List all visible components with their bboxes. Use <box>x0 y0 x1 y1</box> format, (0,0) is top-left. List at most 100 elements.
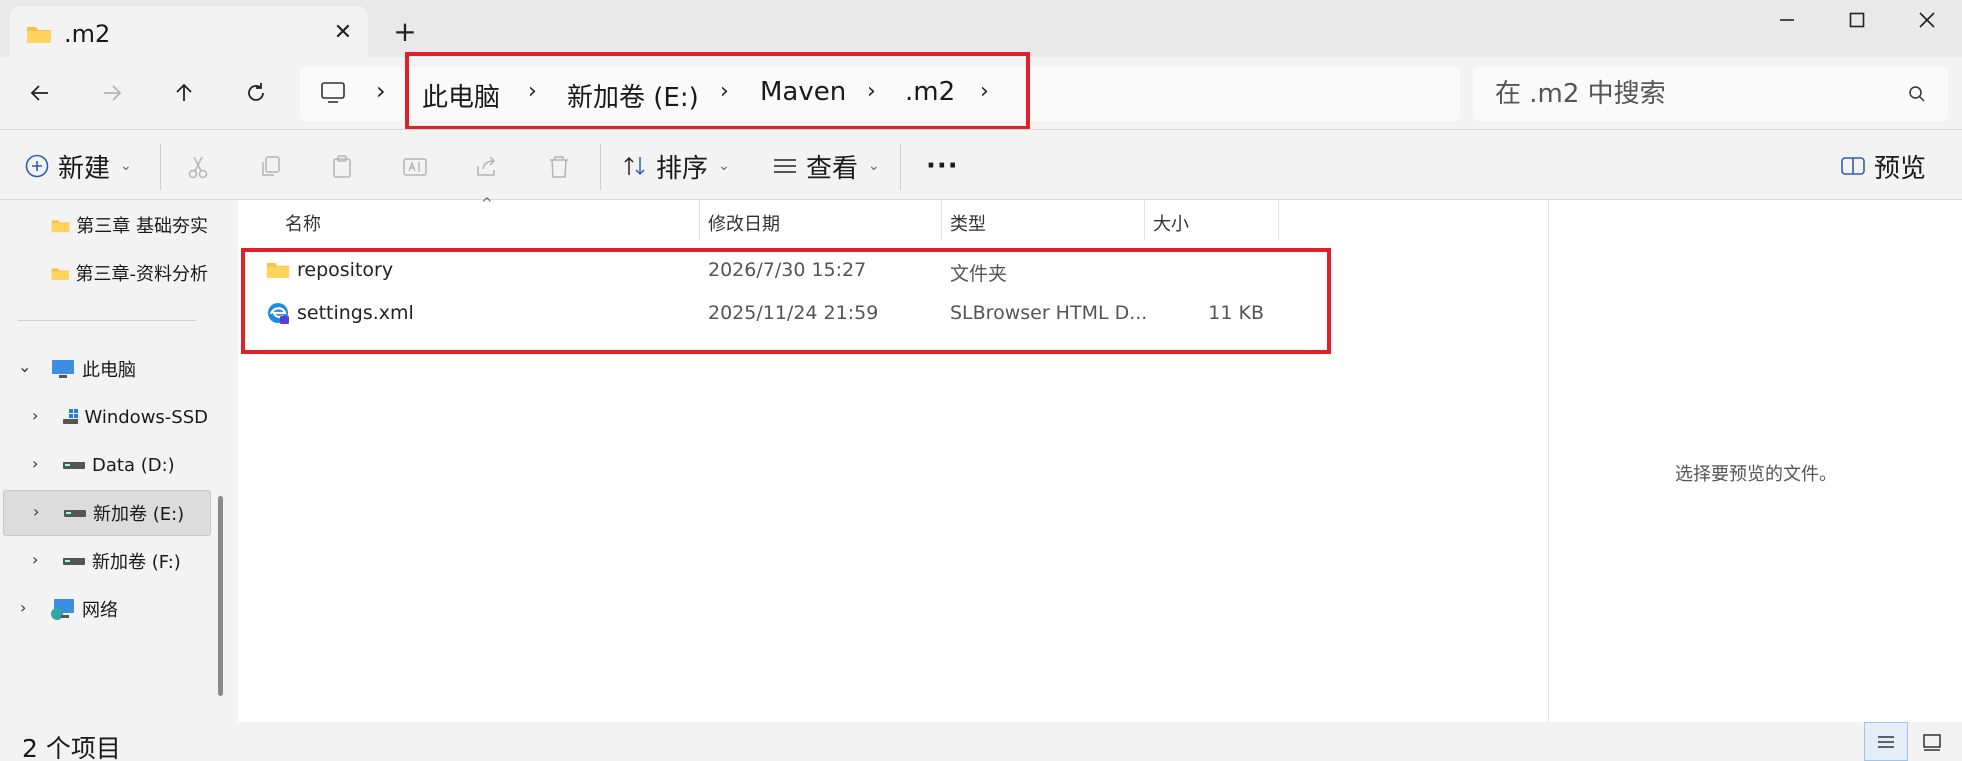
column-header-name[interactable]: 名称 <box>285 210 321 236</box>
minimize-icon <box>1780 19 1794 21</box>
preview-pane-icon <box>1841 157 1865 175</box>
sort-label: 排序 <box>656 153 709 184</box>
chevron-right-icon[interactable]: › <box>32 454 38 473</box>
drive-icon <box>63 558 85 565</box>
sidebar-item-label: Windows-SSD <box>84 406 208 428</box>
folder-icon <box>26 24 52 48</box>
share-button[interactable] <box>470 150 504 184</box>
chevron-down-icon[interactable]: ⌄ <box>18 357 31 376</box>
close-window-button[interactable] <box>1892 0 1962 40</box>
trash-icon <box>550 156 568 178</box>
folder-icon <box>51 219 70 232</box>
refresh-icon <box>248 83 264 101</box>
view-list-icon <box>774 159 796 173</box>
delete-button[interactable] <box>542 150 576 184</box>
chevron-right-icon[interactable]: › <box>32 550 38 569</box>
navigation-pane: 第三章 基础夯实 第三章-资料分析 ⌄ 此电脑 › Windows-SSD › … <box>0 200 232 722</box>
tab-close-button[interactable]: ✕ <box>328 18 358 48</box>
arrow-up-icon <box>176 83 192 101</box>
title-bar: .m2 ✕ + <box>0 0 1962 57</box>
computer-icon <box>52 360 74 378</box>
sort-ascending-icon: ^ <box>481 196 493 212</box>
new-tab-button[interactable]: + <box>390 17 420 47</box>
rename-button[interactable] <box>398 150 432 184</box>
sidebar-item-windows-ssd[interactable]: › Windows-SSD <box>0 397 208 437</box>
refresh-button[interactable] <box>236 73 276 113</box>
separator <box>160 144 161 190</box>
item-count: 2 个项目 <box>22 734 121 761</box>
chevron-right-icon[interactable]: › <box>33 502 39 521</box>
details-view-button[interactable] <box>1864 722 1908 761</box>
sidebar-item-label: 此电脑 <box>82 360 136 381</box>
chevron-down-icon: ⌄ <box>718 158 730 174</box>
column-divider[interactable] <box>1144 200 1145 240</box>
address-highlight-box <box>405 52 1030 130</box>
chevron-right-icon[interactable]: › <box>376 77 386 105</box>
arrow-left-icon <box>30 85 48 101</box>
up-button[interactable] <box>164 73 204 113</box>
maximize-icon <box>1849 12 1865 28</box>
chevron-down-icon: ⌄ <box>120 158 132 174</box>
sort-button[interactable]: 排序 ⌄ <box>622 144 730 188</box>
details-view-icon <box>1878 735 1894 748</box>
search-input[interactable] <box>1495 77 1895 111</box>
command-bar: 新建 ⌄ 排序 ⌄ 查看 ⌄ ··· 预览 <box>0 130 1962 200</box>
sidebar-item-chapter3-basics[interactable]: 第三章 基础夯实 <box>0 205 208 245</box>
minimize-button[interactable] <box>1752 0 1822 40</box>
forward-button[interactable] <box>92 73 132 113</box>
paste-button[interactable] <box>326 150 360 184</box>
column-header-size[interactable]: 大小 <box>1153 210 1189 236</box>
preview-message: 选择要预览的文件。 <box>1675 464 1837 485</box>
separator <box>900 144 901 190</box>
sidebar-item-new-volume-f[interactable]: › 新加卷 (F:) <box>0 541 208 581</box>
close-icon <box>1919 12 1935 28</box>
drive-icon <box>63 409 79 424</box>
search-icon <box>1908 85 1926 107</box>
sidebar-item-label: 新加卷 (E:) <box>93 504 185 525</box>
tab-title: .m2 <box>64 20 111 48</box>
sidebar-item-new-volume-e[interactable]: › 新加卷 (E:) <box>3 490 211 536</box>
large-icons-view-button[interactable] <box>1910 722 1954 761</box>
sidebar-item-label: 第三章-资料分析 <box>75 264 209 285</box>
sidebar-scrollbar[interactable] <box>218 496 223 696</box>
view-label: 查看 <box>806 153 859 184</box>
copy-button[interactable] <box>254 150 288 184</box>
new-label: 新建 <box>58 153 111 184</box>
sidebar-item-label: 第三章 基础夯实 <box>76 216 208 237</box>
status-bar: 2 个项目 <box>0 722 1962 761</box>
sidebar-item-this-pc[interactable]: ⌄ 此电脑 <box>0 349 208 389</box>
view-button[interactable]: 查看 ⌄ <box>772 144 880 188</box>
back-button[interactable] <box>20 73 60 113</box>
cut-button[interactable] <box>181 150 215 184</box>
maximize-button[interactable] <box>1822 0 1892 40</box>
share-icon <box>477 156 496 176</box>
tab-m2[interactable]: .m2 ✕ <box>10 6 368 57</box>
column-header-modified[interactable]: 修改日期 <box>708 210 780 236</box>
chevron-right-icon[interactable]: › <box>32 406 38 425</box>
preview-pane: 选择要预览的文件。 <box>1548 200 1962 722</box>
chevron-right-icon[interactable]: › <box>20 598 26 617</box>
plus-circle-icon <box>25 154 49 178</box>
scissors-icon <box>188 156 208 179</box>
sidebar-item-network[interactable]: › 网络 <box>0 589 208 629</box>
paste-icon <box>333 155 351 178</box>
arrow-right-icon <box>104 85 122 101</box>
column-divider[interactable] <box>1278 200 1279 240</box>
search-box[interactable] <box>1473 67 1948 121</box>
sidebar-item-chapter3-analysis[interactable]: 第三章-资料分析 <box>0 253 208 293</box>
network-icon <box>51 599 74 620</box>
separator <box>600 144 601 190</box>
drive-icon <box>63 462 85 469</box>
column-divider[interactable] <box>699 200 700 240</box>
column-header-type[interactable]: 类型 <box>950 210 986 236</box>
preview-label: 预览 <box>1874 153 1927 184</box>
copy-icon <box>262 156 280 176</box>
new-button[interactable]: 新建 ⌄ <box>24 144 132 188</box>
rename-icon <box>403 158 427 176</box>
preview-pane-button[interactable]: 预览 <box>1840 144 1926 188</box>
files-highlight-box <box>241 248 1331 354</box>
more-options-button[interactable]: ··· <box>926 144 959 188</box>
sidebar-item-label: 网络 <box>82 600 118 621</box>
column-divider[interactable] <box>941 200 942 240</box>
sidebar-item-data-d[interactable]: › Data (D:) <box>0 445 208 485</box>
